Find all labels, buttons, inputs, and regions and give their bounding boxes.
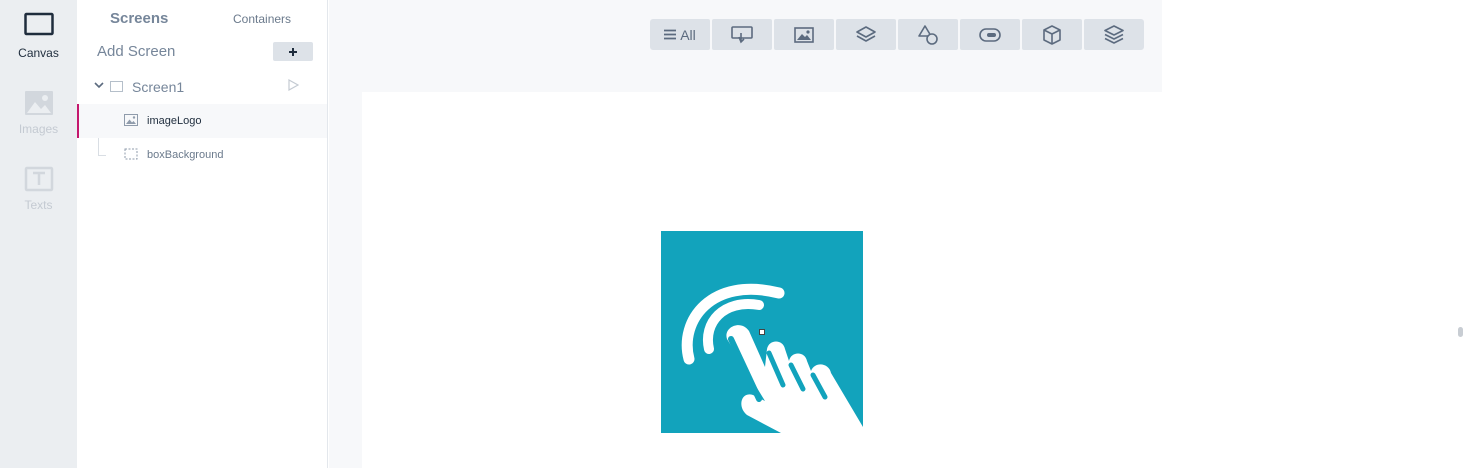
text-icon [24, 166, 53, 192]
shapes-filter-button[interactable] [898, 19, 958, 50]
shapes-icon [918, 24, 938, 45]
menu-icon [664, 29, 677, 40]
left-rail: Canvas Images Texts [0, 0, 77, 468]
play-icon[interactable] [287, 79, 299, 91]
containers-filter-button[interactable] [1084, 19, 1144, 50]
tab-screens[interactable]: Screens [110, 10, 168, 27]
chevron-down-icon[interactable] [94, 80, 104, 90]
image-layer-icon [124, 114, 138, 126]
selection-handle[interactable] [759, 329, 765, 335]
screen-row-screen1[interactable]: Screen1 [77, 72, 327, 100]
image-icon [24, 91, 53, 115]
canvas-workspace: All [329, 0, 1162, 468]
layer-row-image-logo[interactable]: imageLogo [77, 104, 327, 138]
screen-icon [110, 81, 123, 92]
box-layer-icon [124, 148, 138, 160]
layers-icon [856, 25, 876, 42]
touch-screen-icon [731, 25, 753, 43]
filter-all-button[interactable]: All [650, 19, 710, 50]
toggle-icon [979, 27, 1001, 42]
tab-containers[interactable]: Containers [233, 12, 291, 26]
add-screen-label: Add Screen [97, 43, 176, 60]
image-logo[interactable] [661, 231, 863, 433]
layer-name: imageLogo [147, 115, 202, 127]
vertical-scrollbar[interactable] [1458, 327, 1463, 337]
rail-label-images: Images [18, 122, 59, 136]
stack-icon [1104, 24, 1124, 44]
toggle-filter-button[interactable] [960, 19, 1020, 50]
component-toolbar: All [650, 19, 1144, 50]
rail-label-canvas: Canvas [18, 46, 59, 60]
rail-label-texts: Texts [24, 198, 53, 212]
canvas-icon [23, 12, 54, 36]
filter-all-label: All [680, 26, 696, 43]
image-icon [794, 26, 814, 43]
screen-artboard[interactable] [362, 92, 1162, 468]
layers-filter-button[interactable] [836, 19, 896, 50]
screen-name: Screen1 [132, 79, 185, 95]
rail-item-images[interactable]: Images [0, 76, 77, 140]
interaction-filter-button[interactable] [712, 19, 772, 50]
add-screen-button[interactable] [273, 42, 313, 61]
screens-panel: Screens Containers Add Screen Screen1 im… [77, 0, 328, 468]
rail-item-canvas[interactable]: Canvas [0, 0, 77, 64]
3d-filter-button[interactable] [1022, 19, 1082, 50]
layer-name: boxBackground [147, 149, 224, 161]
cube-icon [1043, 24, 1061, 45]
layer-row-box-background[interactable]: boxBackground [77, 138, 327, 172]
rail-item-texts[interactable]: Texts [0, 152, 77, 216]
image-filter-button[interactable] [774, 19, 834, 50]
